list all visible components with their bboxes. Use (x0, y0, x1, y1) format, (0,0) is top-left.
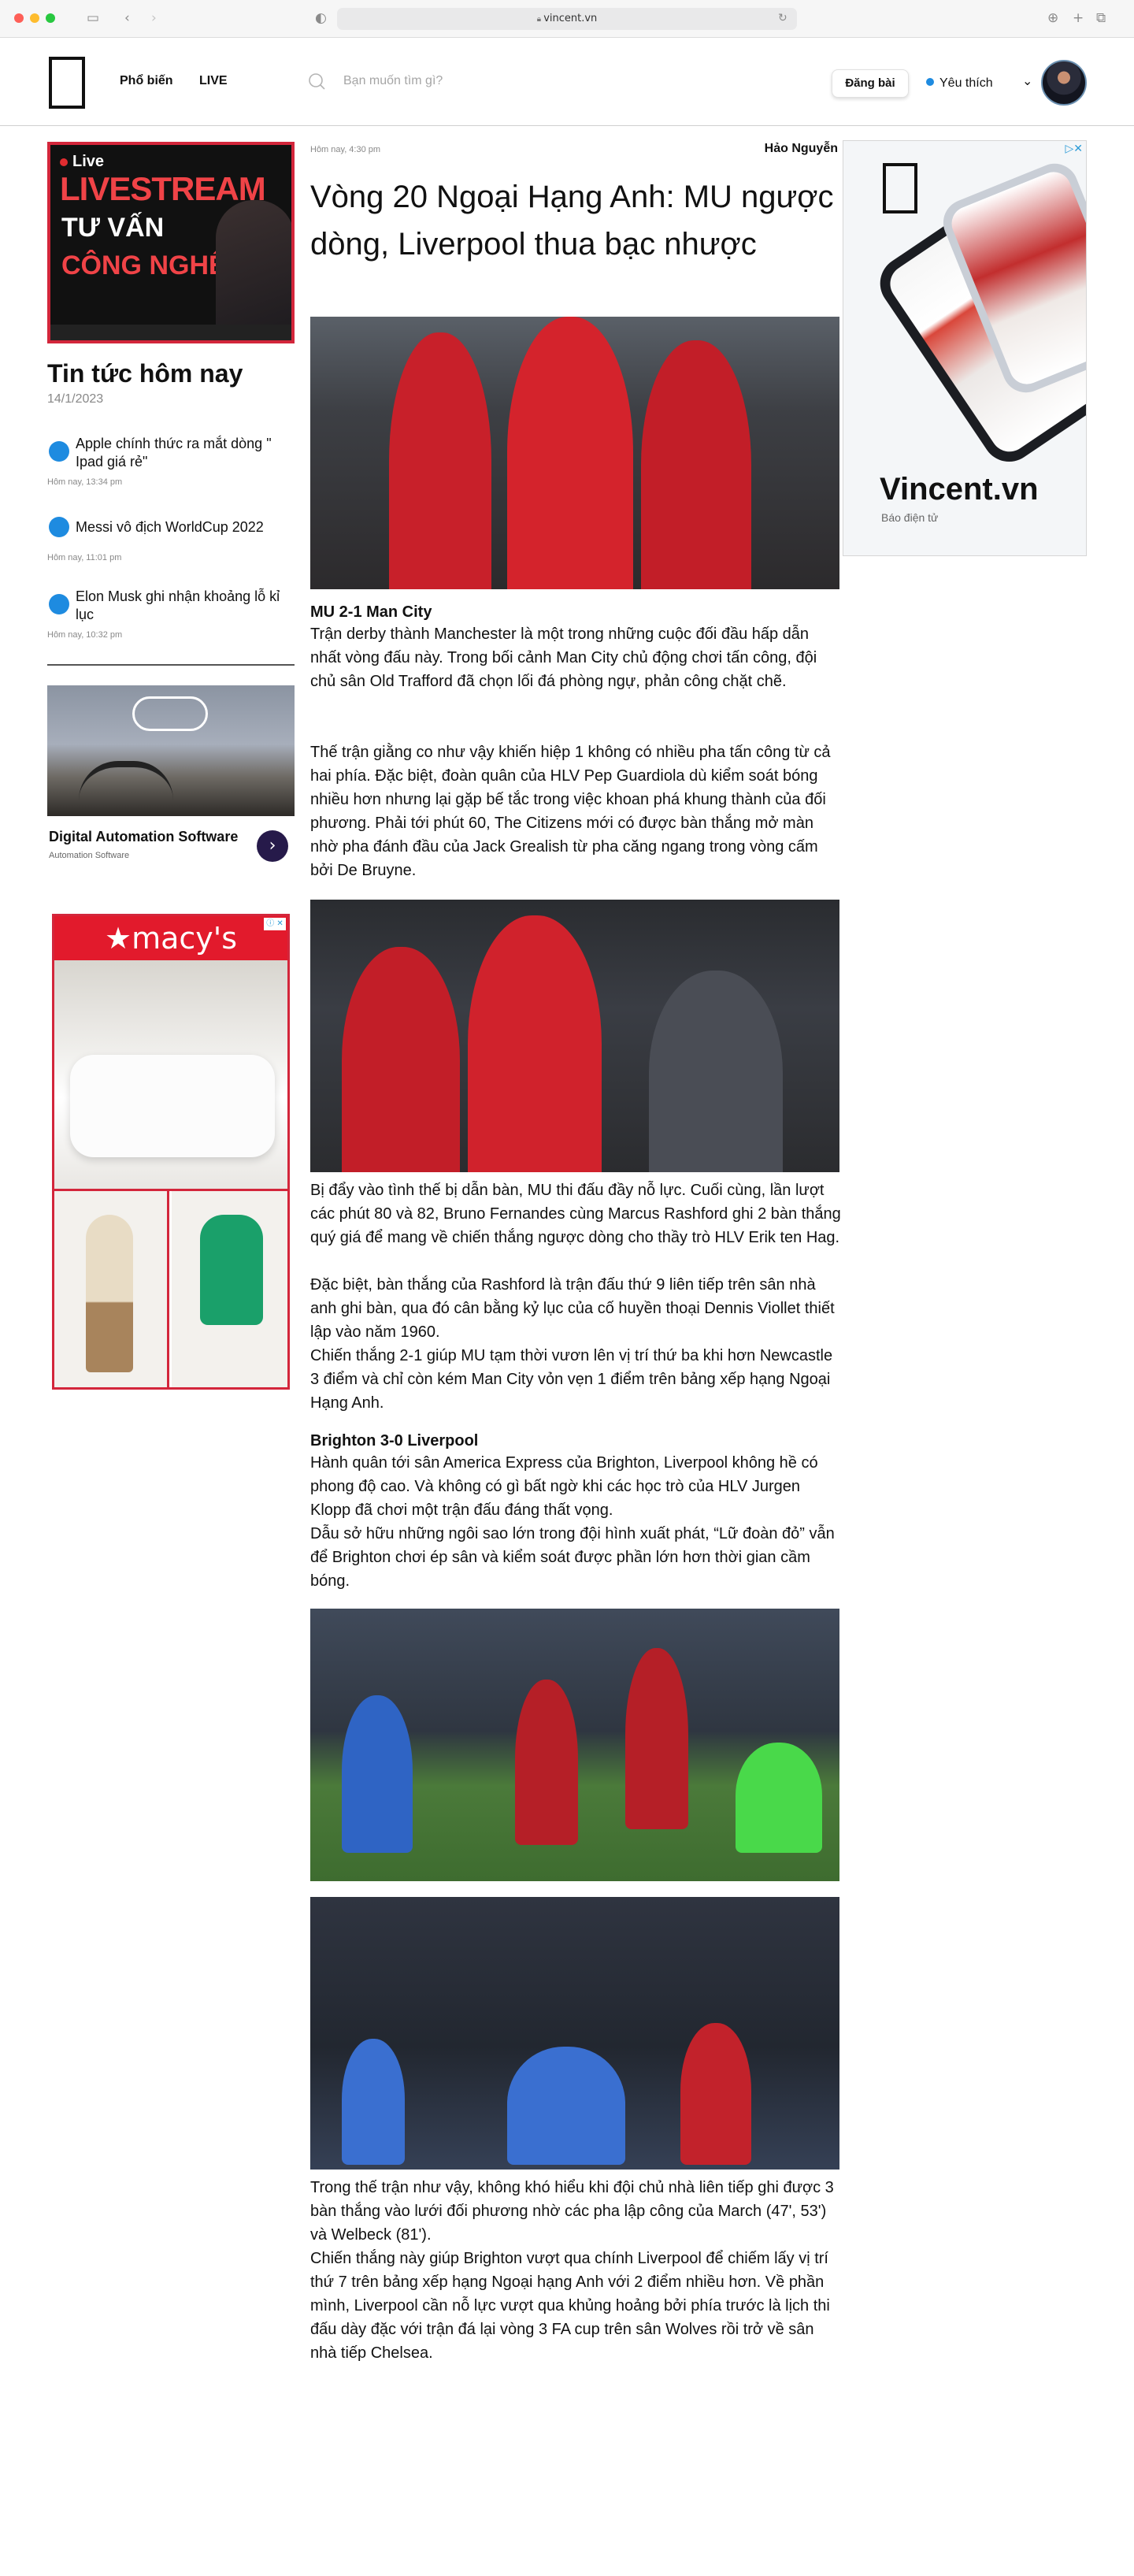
sidebar-toggle-icon[interactable]: ▭ (87, 9, 99, 27)
today-news-title: Tin tức hôm nay (47, 359, 243, 388)
article-paragraph: Trận derby thành Manchester là một trong… (310, 625, 817, 690)
divider (47, 664, 295, 666)
today-news-date: 14/1/2023 (47, 392, 104, 406)
player-figure (389, 332, 491, 589)
site-header: Phổ biến LIVE Đăng bài Yêu thích ⌄ (0, 38, 1134, 126)
bedding-image (54, 960, 287, 1189)
product-jacket-image[interactable] (172, 1191, 287, 1387)
article-time: Hôm nay, 4:30 pm (310, 145, 381, 154)
livestream-line-2: TƯ VẤN (61, 213, 165, 243)
vincent-logo (883, 163, 917, 213)
address-bar[interactable]: 🔒︎ vincent.vn (337, 8, 797, 30)
player-figure (680, 2023, 751, 2165)
news-time: Hôm nay, 10:32 pm (47, 630, 123, 640)
url-text: vincent.vn (543, 13, 598, 24)
player-figure (342, 1695, 413, 1853)
lock-icon: 🔒︎ (536, 15, 544, 24)
product-coat-image[interactable] (54, 1191, 169, 1387)
article-paragraph: Đặc biệt, bàn thắng của Rashford là trận… (310, 1276, 835, 1341)
site-logo[interactable] (49, 57, 85, 109)
nav-popular[interactable]: Phổ biến (120, 74, 173, 88)
news-title[interactable]: Apple chính thức ra mắt dòng " Ipad giá … (76, 435, 296, 471)
article-paragraph: Thế trận giằng co như vậy khiến hiệp 1 k… (310, 744, 831, 879)
article-paragraph: Hành quân tới sân America Express của Br… (310, 1454, 818, 1519)
vincent-ad[interactable]: ▷✕ Vincent.vn Báo điện tử (843, 140, 1087, 556)
news-dot-icon (49, 441, 69, 462)
article-photo-rashford (310, 900, 839, 1172)
player-figure (507, 2047, 625, 2165)
player-figure (641, 340, 751, 589)
back-icon[interactable]: ‹ (124, 9, 130, 27)
nav-live[interactable]: LIVE (199, 74, 228, 88)
favorites-dot-icon (926, 78, 934, 86)
favorites-button[interactable]: Yêu thích (926, 76, 993, 91)
ad-products-row (54, 1189, 287, 1387)
article-paragraph: Dẫu sở hữu những ngôi sao lớn trong đội … (310, 1525, 835, 1590)
close-window-button[interactable] (14, 13, 24, 23)
ad-subtitle: Báo điện tử (881, 511, 939, 524)
banner-strip (50, 325, 291, 340)
search-input[interactable] (343, 69, 643, 93)
search-icon[interactable] (307, 72, 326, 91)
cloud-icon (132, 696, 208, 731)
article-paragraph: Bị đẩy vào tình thế bị dẫn bàn, MU thi đ… (310, 1182, 841, 1246)
player-figure (468, 915, 602, 1172)
macys-logo: ★macy's (54, 916, 287, 960)
article-paragraph: Trong thế trận như vậy, không khó hiểu k… (310, 2179, 834, 2244)
section-title-brighton: Brighton 3-0 Liverpool (310, 1432, 479, 1449)
new-tab-icon[interactable]: + (1073, 9, 1084, 27)
tabs-overview-icon[interactable]: ⧉ (1096, 9, 1106, 27)
player-figure (342, 2039, 405, 2165)
chevron-down-icon[interactable]: ⌄ (1022, 73, 1032, 88)
player-figure (507, 317, 633, 589)
live-tag: Live (60, 153, 104, 171)
article-headline: Vòng 20 Ngoại Hạng Anh: MU ngược dòng, L… (310, 180, 834, 262)
forward-icon[interactable]: › (151, 9, 157, 27)
minimize-window-button[interactable] (30, 13, 39, 23)
article-photo-man-utd-celebration (310, 317, 839, 589)
favorites-label: Yêu thích (939, 76, 993, 90)
post-button[interactable]: Đăng bài (832, 69, 909, 98)
news-dot-icon (49, 517, 69, 537)
chevron-right-button[interactable]: › (257, 830, 288, 862)
news-title[interactable]: Messi vô địch WorldCup 2022 (76, 518, 296, 536)
robot-arm-image (79, 761, 173, 800)
article-author[interactable]: Hảo Nguyễn (756, 142, 838, 156)
download-icon[interactable]: ⊕ (1047, 9, 1058, 27)
article-photo-brighton-celebration (310, 1897, 839, 2170)
ad-choices-icon[interactable]: ⓘ ✕ (264, 918, 286, 930)
ad-brand: Vincent.vn (880, 472, 1039, 507)
macys-ad[interactable]: ★macy's ⓘ ✕ (52, 914, 290, 1390)
news-time: Hôm nay, 11:01 pm (47, 553, 122, 562)
section-title-mu: MU 2-1 Man City (310, 603, 432, 621)
goalkeeper-figure (736, 1743, 822, 1853)
cameraman-figure (649, 971, 783, 1172)
player-figure (515, 1680, 578, 1845)
player-figure (342, 947, 460, 1172)
news-time: Hôm nay, 13:34 pm (47, 477, 123, 487)
livestream-line-1: LIVESTREAM (60, 170, 266, 207)
automation-image[interactable] (47, 685, 295, 816)
news-title[interactable]: Elon Musk ghi nhận khoảng lỗ kỉ lục (76, 588, 296, 624)
livestream-line-3: CÔNG NGHỆ (61, 251, 227, 280)
article-photo-brighton-match (310, 1609, 839, 1881)
livestream-banner[interactable]: Live LIVESTREAM TƯ VẤN CÔNG NGHỆ (47, 142, 295, 343)
article-paragraph: Chiến thắng 2-1 giúp MU tạm thời vươn lê… (310, 1347, 833, 1412)
promo-subtitle: Automation Software (49, 851, 130, 860)
promo-title[interactable]: Digital Automation Software (49, 829, 238, 845)
player-figure (625, 1648, 688, 1829)
ad-choices-icon[interactable]: ▷✕ (1065, 143, 1084, 155)
shield-icon[interactable]: ◐ (315, 9, 327, 27)
reload-icon[interactable]: ↻ (778, 9, 788, 27)
article-paragraph: Chiến thắng này giúp Brighton vượt qua c… (310, 2250, 830, 2362)
browser-toolbar: ▭ ‹ › ◐ 🔒︎ vincent.vn ↻ ⊕ + ⧉ (0, 0, 1134, 38)
presenter-image (216, 200, 291, 340)
avatar[interactable] (1041, 60, 1087, 106)
maximize-window-button[interactable] (46, 13, 55, 23)
news-dot-icon (49, 594, 69, 614)
